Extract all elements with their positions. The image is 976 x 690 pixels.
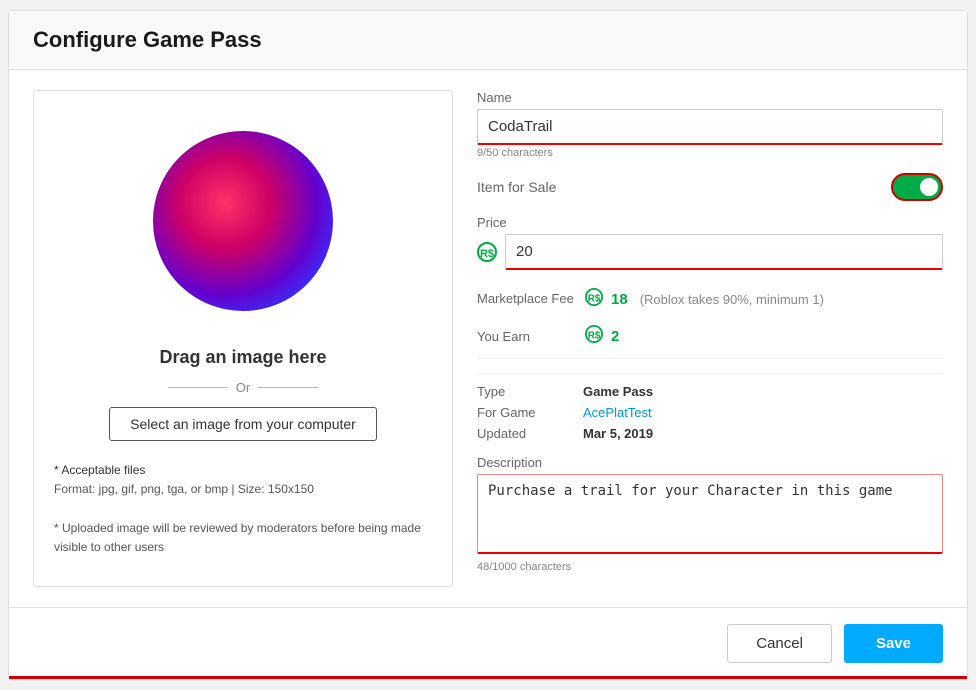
svg-text:R$: R$: [588, 331, 601, 342]
modal-footer: Cancel Save: [9, 607, 967, 679]
for-game-row: For Game AcePlatTest: [477, 405, 943, 420]
toggle-track: [891, 173, 943, 201]
you-earn-label: You Earn: [477, 329, 577, 344]
price-field-group: Price R$: [477, 215, 943, 274]
marketplace-fee-value: 18: [611, 291, 628, 308]
save-button[interactable]: Save: [844, 624, 943, 663]
file-info-line3: * Uploaded image will be reviewed by mod…: [54, 519, 432, 557]
type-row: Type Game Pass: [477, 384, 943, 399]
for-game-label: For Game: [477, 405, 567, 420]
description-char-count: 48/1000 characters: [477, 561, 943, 573]
type-label: Type: [477, 384, 567, 399]
configure-game-pass-modal: Configure Game Pass Drag an image here O…: [8, 10, 968, 680]
name-input[interactable]: [477, 109, 943, 145]
modal-body: Drag an image here Or Select an image fr…: [9, 70, 967, 607]
or-text: Or: [236, 380, 250, 395]
cancel-button[interactable]: Cancel: [727, 624, 832, 663]
name-char-count: 9/50 characters: [477, 147, 943, 159]
type-value: Game Pass: [583, 384, 653, 399]
file-info-line2: Format: jpg, gif, png, tga, or bmp | Siz…: [54, 480, 432, 499]
marketplace-fee-label: Marketplace Fee: [477, 291, 577, 308]
for-game-value[interactable]: AcePlatTest: [583, 405, 652, 420]
price-label: Price: [477, 215, 943, 230]
description-label: Description: [477, 455, 943, 470]
image-upload-panel: Drag an image here Or Select an image fr…: [33, 90, 453, 587]
updated-label: Updated: [477, 426, 567, 441]
robux-icon: R$: [477, 242, 497, 262]
updated-row: Updated Mar 5, 2019: [477, 426, 943, 441]
name-field-group: Name 9/50 characters: [477, 90, 943, 159]
svg-text:R$: R$: [480, 248, 494, 260]
price-input[interactable]: [505, 234, 943, 270]
robux-icon-marketplace: R$: [585, 288, 603, 311]
right-panel: Name 9/50 characters Item for Sale Price: [477, 90, 943, 587]
info-section: Type Game Pass For Game AcePlatTest Upda…: [477, 373, 943, 441]
robux-icon-earn: R$: [585, 325, 603, 348]
you-earn-value: 2: [611, 328, 619, 345]
image-preview: [133, 111, 353, 331]
marketplace-fee-note: (Roblox takes 90%, minimum 1): [640, 292, 824, 307]
file-info: * Acceptable files Format: jpg, gif, png…: [54, 461, 432, 557]
item-for-sale-label: Item for Sale: [477, 179, 556, 195]
price-row: R$: [477, 234, 943, 270]
or-divider: Or: [54, 380, 432, 395]
marketplace-fee-row: Marketplace Fee R$ 18 (Roblox takes 90%,…: [477, 288, 943, 311]
item-for-sale-toggle[interactable]: [891, 173, 943, 201]
svg-text:R$: R$: [588, 294, 601, 305]
modal-header: Configure Game Pass: [9, 11, 967, 70]
toggle-knob: [920, 178, 938, 196]
select-image-button[interactable]: Select an image from your computer: [109, 407, 377, 441]
preview-image: [153, 131, 333, 311]
description-field-group: Description Purchase a trail for your Ch…: [477, 455, 943, 573]
item-for-sale-row: Item for Sale: [477, 173, 943, 201]
file-info-line1: * Acceptable files: [54, 461, 432, 480]
drag-text: Drag an image here: [159, 347, 326, 368]
description-textarea[interactable]: Purchase a trail for your Character in t…: [477, 474, 943, 554]
you-earn-row: You Earn R$ 2: [477, 325, 943, 359]
updated-value: Mar 5, 2019: [583, 426, 653, 441]
modal-title: Configure Game Pass: [33, 27, 943, 53]
name-label: Name: [477, 90, 943, 105]
